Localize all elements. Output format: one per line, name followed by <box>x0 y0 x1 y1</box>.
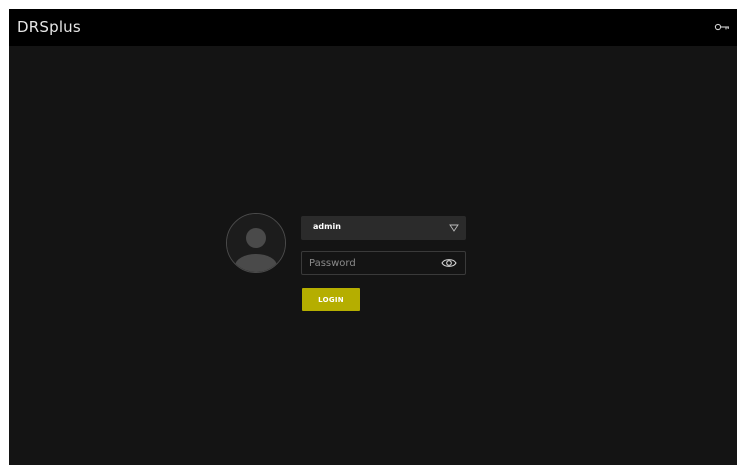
username-value: admin <box>313 222 341 231</box>
caret-down-icon <box>449 224 459 232</box>
password-input[interactable] <box>302 252 437 274</box>
top-bar: DRSplus <box>9 9 737 46</box>
login-button[interactable]: LOGIN <box>302 288 360 311</box>
username-dropdown[interactable]: admin <box>301 216 466 240</box>
app-window: DRSplus admin LOGIN <box>9 9 737 465</box>
user-avatar-icon <box>226 213 286 273</box>
key-icon[interactable] <box>713 20 731 34</box>
password-field <box>301 251 466 275</box>
app-title: DRSplus <box>17 18 81 36</box>
eye-icon[interactable] <box>441 257 457 269</box>
